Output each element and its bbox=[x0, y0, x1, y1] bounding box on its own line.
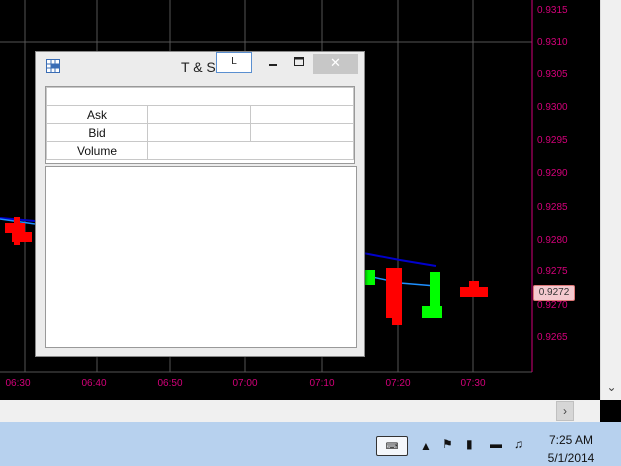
time-and-sales-window[interactable]: T & S L ✕ Ask Bid Volume bbox=[35, 51, 365, 357]
table-row bbox=[46, 87, 354, 106]
clock-date[interactable]: 5/1/2014 bbox=[536, 451, 606, 465]
candle bbox=[430, 272, 440, 318]
price-tick: 0.9275 bbox=[537, 266, 568, 277]
table-row: Volume bbox=[46, 141, 354, 160]
scroll-right-icon[interactable]: › bbox=[556, 401, 574, 421]
close-icon: ✕ bbox=[330, 55, 341, 70]
time-tick: 07:00 bbox=[232, 378, 258, 389]
price-tick: 0.9265 bbox=[537, 332, 568, 343]
time-tick: 06:40 bbox=[81, 378, 107, 389]
bid-label: Bid bbox=[46, 123, 148, 142]
volume-icon[interactable]: ♫ bbox=[514, 437, 523, 451]
price-tick: 0.9285 bbox=[537, 202, 568, 213]
time-tick: 07:20 bbox=[385, 378, 411, 389]
price-tick: 0.9305 bbox=[537, 69, 568, 80]
trades-list[interactable] bbox=[45, 166, 357, 348]
candle bbox=[469, 281, 479, 297]
bid-value-1 bbox=[147, 123, 251, 142]
close-button[interactable]: ✕ bbox=[313, 54, 358, 74]
signal-icon[interactable]: ▬ bbox=[490, 437, 502, 451]
horizontal-scrollbar[interactable] bbox=[0, 400, 600, 422]
table-row: Ask bbox=[46, 105, 354, 124]
ask-value-2 bbox=[250, 105, 354, 124]
scroll-down-icon[interactable]: ⌄ bbox=[601, 380, 621, 394]
table-row: Bid bbox=[46, 123, 354, 142]
taskbar bbox=[0, 422, 621, 466]
price-tick: 0.9290 bbox=[537, 168, 568, 179]
maximize-button[interactable] bbox=[286, 54, 312, 74]
current-price-badge: 0.9272 bbox=[533, 285, 575, 301]
window-titlebar[interactable]: T & S L ✕ bbox=[36, 52, 364, 80]
time-tick: 06:50 bbox=[157, 378, 183, 389]
candle bbox=[392, 305, 402, 325]
slow-ma-line-right bbox=[362, 252, 437, 267]
time-tick: 06:30 bbox=[5, 378, 31, 389]
price-tick: 0.9295 bbox=[537, 135, 568, 146]
vertical-scrollbar[interactable]: ⌄ bbox=[600, 0, 621, 400]
clock-time[interactable]: 7:25 AM bbox=[536, 433, 606, 447]
volume-label: Volume bbox=[46, 141, 148, 160]
power-icon[interactable]: ▮ bbox=[466, 437, 473, 451]
time-tick: 07:30 bbox=[460, 378, 486, 389]
window-title: T & S bbox=[181, 59, 216, 75]
ask-label: Ask bbox=[46, 105, 148, 124]
price-tick: 0.9310 bbox=[537, 37, 568, 48]
quote-header-cell bbox=[46, 87, 354, 106]
price-tick: 0.9315 bbox=[537, 5, 568, 16]
time-tick: 07:10 bbox=[309, 378, 335, 389]
minimize-button[interactable] bbox=[260, 54, 286, 74]
minimize-icon bbox=[269, 64, 277, 66]
app-grid-icon bbox=[46, 59, 60, 73]
ask-value-1 bbox=[147, 105, 251, 124]
candle bbox=[12, 232, 32, 242]
action-center-icon[interactable]: ⚑ bbox=[442, 437, 453, 451]
bid-value-2 bbox=[250, 123, 354, 142]
candle bbox=[5, 223, 25, 233]
keyboard-icon[interactable]: ⌨ bbox=[376, 436, 408, 456]
quote-table: Ask Bid Volume bbox=[46, 87, 354, 160]
tab-l[interactable]: L bbox=[216, 52, 252, 73]
price-tick: 0.9280 bbox=[537, 235, 568, 246]
quote-panel: Ask Bid Volume bbox=[45, 86, 355, 164]
price-tick: 0.9300 bbox=[537, 102, 568, 113]
volume-value bbox=[147, 141, 354, 160]
price-tick: 0.9270 bbox=[537, 300, 568, 311]
maximize-icon bbox=[294, 57, 304, 66]
show-hidden-icon[interactable]: ▲ bbox=[420, 439, 432, 453]
